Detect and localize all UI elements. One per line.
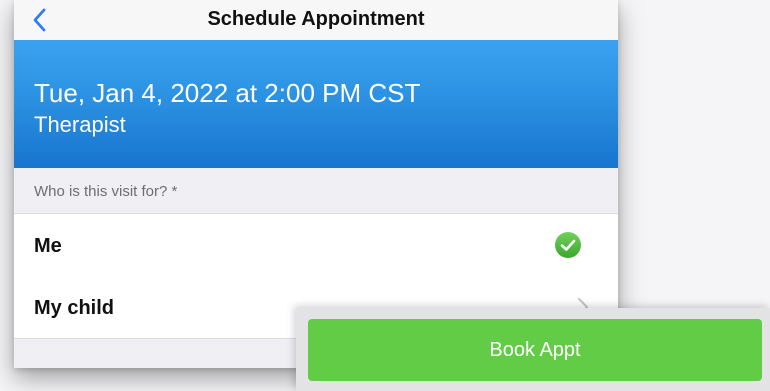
appointment-datetime: Tue, Jan 4, 2022 at 2:00 PM CST (34, 78, 421, 108)
visit-for-header: Who is this visit for? * (14, 168, 618, 214)
book-panel: Book Appt (296, 308, 770, 391)
page-title: Schedule Appointment (207, 8, 425, 30)
book-appt-button[interactable]: Book Appt (308, 319, 762, 381)
appointment-banner: Tue, Jan 4, 2022 at 2:00 PM CST Therapis… (14, 40, 618, 168)
option-my-child-label: My child (34, 297, 115, 319)
navigation-bar: Schedule Appointment (14, 0, 618, 40)
visit-for-label: Who is this visit for? * (34, 183, 178, 200)
option-me[interactable]: Me (14, 214, 618, 276)
appointment-provider: Therapist (34, 112, 126, 137)
option-me-label: Me (34, 235, 62, 257)
checkmark-circle-icon (555, 232, 581, 258)
